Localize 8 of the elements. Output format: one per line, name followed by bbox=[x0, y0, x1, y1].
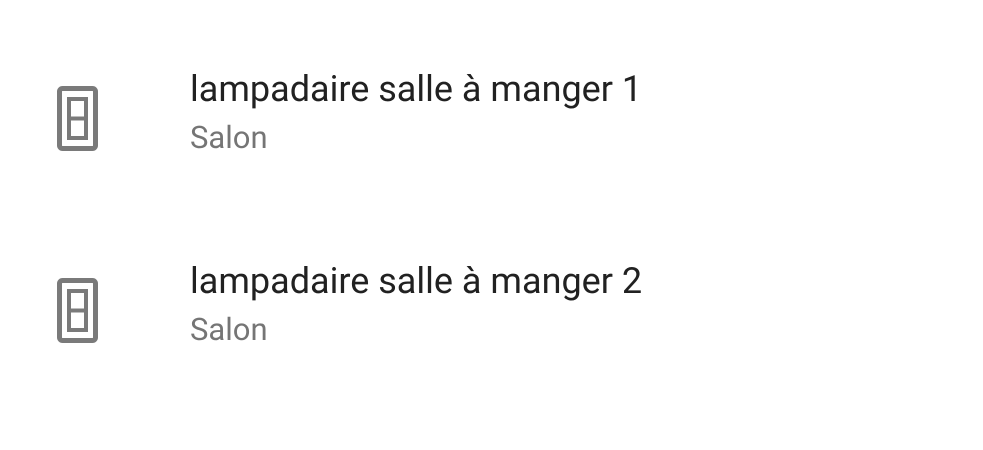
device-item[interactable]: lampadaire salle à manger 1 Salon bbox=[0, 22, 983, 214]
device-name: lampadaire salle à manger 1 bbox=[190, 67, 642, 112]
device-name: lampadaire salle à manger 2 bbox=[190, 259, 642, 304]
room-label: Salon bbox=[190, 310, 269, 350]
room-label: Salon bbox=[190, 118, 269, 158]
switch-icon bbox=[55, 84, 100, 152]
switch-icon bbox=[55, 276, 100, 344]
device-item[interactable]: lampadaire salle à manger 2 Salon bbox=[0, 214, 983, 406]
